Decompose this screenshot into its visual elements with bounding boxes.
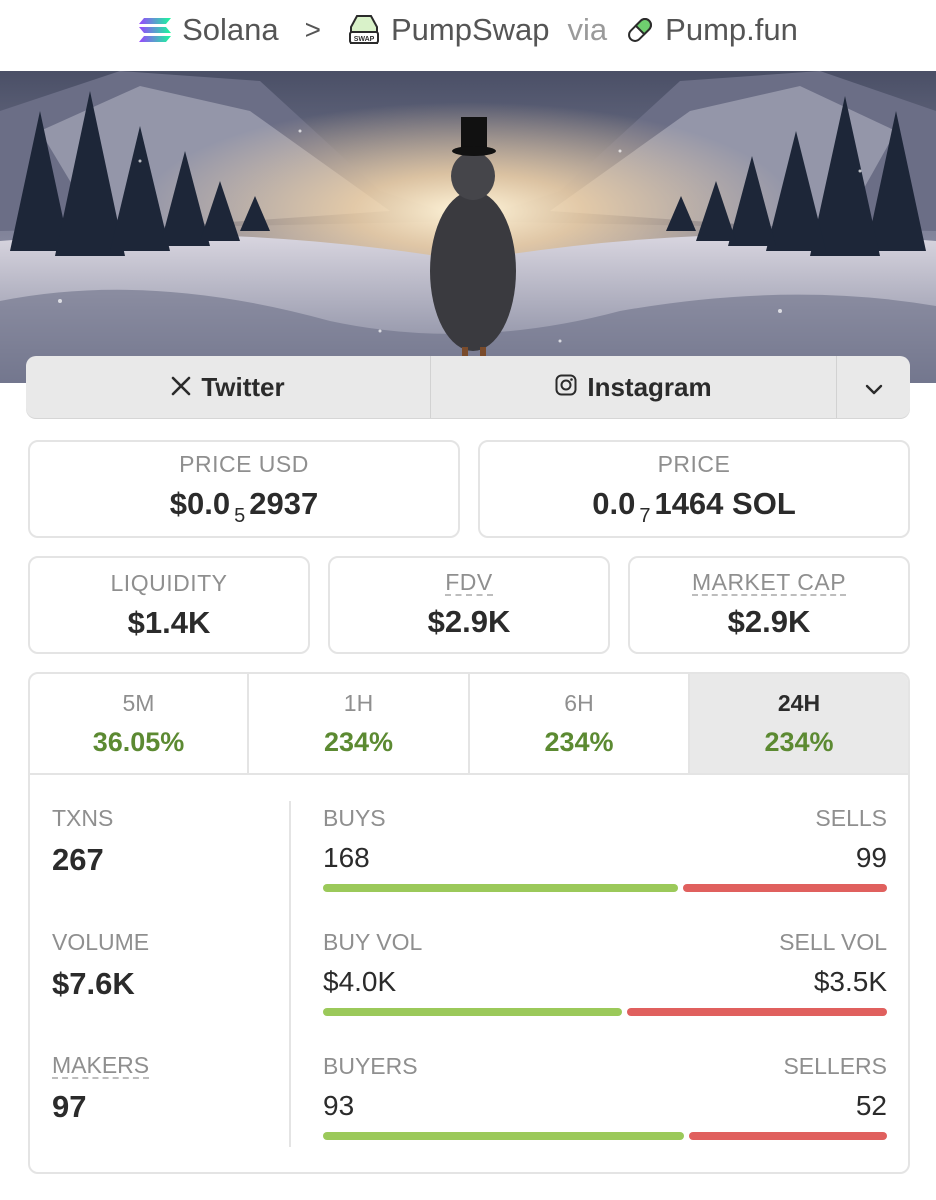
buy-bar-segment [323,884,679,892]
breadcrumb-chain-label: Solana [182,12,279,47]
sell-bar-segment [683,884,887,892]
instagram-label: Instagram [587,371,712,402]
sellers-value: 52 [855,1090,887,1121]
price-usd-label: PRICE USD [179,450,309,477]
twitter-label: Twitter [201,371,285,402]
tab-6h[interactable]: 6H 234% [470,674,690,773]
instagram-link-button[interactable]: Instagram [431,356,837,418]
liquidity-card: LIQUIDITY $1.4K [28,556,310,654]
buy-sell-volume-row: BUY VOL SELL VOL $4.0K $3.5K [323,929,887,1016]
price-usd-value: $0.0 5 2937 [169,485,319,527]
price-change-value: 36.05% [92,726,185,757]
volume-ratio-bar [323,1008,887,1016]
fdv-label[interactable]: FDV [445,570,493,597]
buy-bar-segment [323,1132,684,1140]
sells-value: 99 [855,842,887,873]
token-banner-image [0,71,936,383]
market-cap-value: $2.9K [727,604,811,640]
tab-1h[interactable]: 1H 234% [249,674,470,773]
tab-label: 6H [564,689,594,716]
breadcrumb-via: via [567,12,608,47]
tab-5m[interactable]: 5M 36.05% [30,674,249,773]
chevron-down-icon [865,372,883,403]
breadcrumb-launchpad-label: Pump.fun [665,12,798,47]
breadcrumb-chain[interactable]: Solana [138,12,279,48]
volume-value: $7.6K [52,966,135,1001]
buys-sells-row: BUYS SELLS 168 99 [323,805,887,892]
stats-divider [289,801,291,1147]
price-native-card: PRICE 0.0 7 1464 SOL [478,440,910,538]
buyers-value: 93 [323,1090,355,1121]
volume-stat: VOLUME $7.6K [52,929,149,1002]
fdv-card[interactable]: FDV $2.9K [328,556,610,654]
pumpswap-logo-icon: SWAP [347,13,381,47]
sell-bar-segment [688,1132,887,1140]
tab-label: 1H [343,689,374,716]
breadcrumb-dex-label: PumpSwap [391,12,550,47]
svg-text:SWAP: SWAP [354,36,375,43]
price-native-label: PRICE [657,450,731,477]
makers-value: 97 [52,1089,87,1125]
price-usd-card: PRICE USD $0.0 5 2937 [28,440,460,538]
buyers-sellers-row: BUYERS SELLERS 93 52 [323,1053,887,1140]
sellers-label: SELLERS [783,1053,887,1079]
twitter-link-button[interactable]: Twitter [26,356,431,418]
liquidity-label: LIQUIDITY [110,569,228,596]
txns-stat: TXNS 267 [52,805,113,878]
tab-24h[interactable]: 24H 234% [690,674,908,773]
price-change-value: 234% [764,726,834,757]
more-links-dropdown[interactable] [837,356,910,418]
chevron-right-icon: > [304,14,321,45]
breadcrumb-launchpad[interactable]: Pump.fun [625,12,798,48]
buyers-label: BUYERS [323,1053,418,1079]
txns-value: 267 [52,842,104,877]
price-change-value: 234% [544,726,614,757]
breadcrumb: Solana > SWAP PumpSwap via Pump.fun [0,0,936,60]
pill-icon [625,15,655,45]
breadcrumb-dex[interactable]: SWAP PumpSwap [347,12,550,48]
solana-logo-icon [138,16,172,44]
price-native-value: 0.0 7 1464 SOL [592,485,796,527]
market-cap-label[interactable]: MARKET CAP [691,570,847,597]
social-links-bar: Twitter Instagram [26,356,910,418]
liquidity-value: $1.4K [127,604,211,640]
tab-label: 5M [122,689,155,716]
buyers-sellers-ratio-bar [323,1132,887,1140]
buy-vol-value: $4.0K [323,966,397,997]
price-native-zero-count: 7 [639,504,651,527]
timeframe-tabs: 5M 36.05% 1H 234% 6H 234% 24H 234% [30,674,908,775]
buy-bar-segment [323,1008,622,1016]
tab-label: 24H [777,689,821,716]
price-change-value: 234% [323,726,394,757]
makers-label[interactable]: MAKERS [52,1053,150,1080]
x-logo-icon [171,372,191,403]
volume-label: VOLUME [52,929,150,955]
txns-label: TXNS [52,805,114,831]
makers-stat[interactable]: MAKERS 97 [52,1053,150,1125]
buys-sells-ratio-bar [323,884,887,892]
sell-bar-segment [626,1008,887,1016]
sell-vol-value: $3.5K [813,966,887,997]
buys-label: BUYS [323,805,386,831]
buy-vol-label: BUY VOL [323,929,423,955]
buys-value: 168 [323,842,370,873]
instagram-logo-icon [555,372,577,403]
fdv-value: $2.9K [427,604,511,640]
sells-label: SELLS [815,805,887,831]
trading-stats-panel: 5M 36.05% 1H 234% 6H 234% 24H 234% TXNS … [28,672,910,1174]
sell-vol-label: SELL VOL [779,929,887,955]
transaction-stats: TXNS 267 VOLUME $7.6K MAKERS 97 BUYS SELL… [30,775,908,1172]
market-cap-card[interactable]: MARKET CAP $2.9K [628,556,910,654]
price-usd-zero-count: 5 [234,504,246,527]
